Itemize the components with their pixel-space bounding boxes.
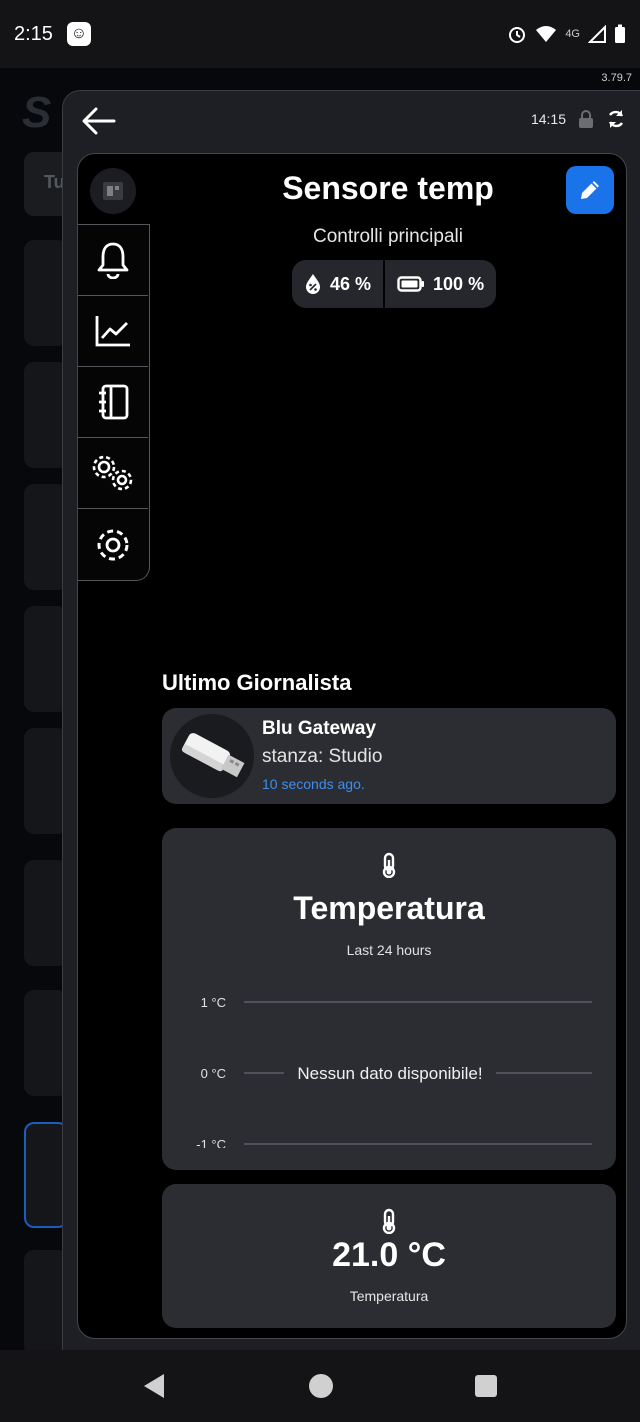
chart-y-tick-label: -1 °C — [196, 1137, 226, 1148]
value-thermometer-container — [162, 1208, 616, 1234]
chart-title: Temperatura — [293, 890, 485, 926]
background-logo: S — [22, 88, 52, 137]
battery-chip: 100 % — [383, 260, 496, 308]
app-version: 3.79.7 — [601, 72, 632, 84]
reporter-section-title: Ultimo Giornalista — [162, 670, 352, 695]
chart-thermometer-container — [162, 852, 616, 878]
sidebar-item-charts[interactable] — [78, 296, 148, 367]
network-type-label: 4G — [565, 28, 580, 40]
gear-icon — [97, 529, 129, 560]
device-subtitle: Controlli principali — [313, 226, 463, 247]
arrow-left-icon — [82, 107, 116, 135]
humidity-icon — [306, 274, 320, 294]
reporter-room: stanza: Studio — [262, 746, 383, 767]
chart-y-tick-label: 1 °C — [201, 995, 226, 1010]
battery-icon — [615, 24, 625, 43]
pencil-icon — [581, 181, 599, 199]
status-chips: 46 % 100 % — [292, 260, 497, 308]
reporter-time: 10 seconds ago. — [262, 776, 365, 792]
device-modal: 14:15 Sensore temp Controlli principali … — [62, 90, 640, 1352]
thermometer-icon — [382, 1208, 396, 1234]
device-sidebar — [78, 154, 150, 582]
humidity-value: 46 % — [330, 273, 372, 294]
thermometer-icon — [382, 852, 396, 878]
reporter-name: Blu Gateway — [262, 718, 377, 739]
chart-empty-message: Nessun dato disponibile! — [297, 1064, 482, 1083]
status-icons: 4G — [507, 24, 626, 44]
navigation-bar — [0, 1350, 640, 1422]
device-title: Sensore temp — [282, 170, 494, 206]
temperature-value-card: 21.0 °C Temperatura — [162, 1184, 616, 1328]
back-button[interactable] — [79, 103, 119, 139]
device-panel: Sensore temp Controlli principali 46 % 1… — [77, 153, 627, 1339]
lock-icon[interactable] — [578, 110, 594, 128]
sidebar-item-settings[interactable] — [78, 509, 148, 580]
battery-full-icon — [397, 276, 425, 292]
notification-app-icon: ☺ — [66, 22, 91, 46]
sidebar-item-log[interactable] — [78, 367, 148, 438]
sidebar-item-advanced-settings[interactable] — [78, 438, 148, 509]
signal-icon — [588, 25, 606, 43]
wifi-icon — [536, 26, 557, 42]
refresh-icon[interactable] — [606, 109, 626, 129]
line-chart-icon — [95, 316, 130, 347]
temperature-chart-card: Temperatura Last 24 hours 1 °C 0 °C -1 °C N… — [162, 828, 616, 1170]
status-bar: 2:15 ☺ 4G — [0, 0, 640, 68]
alarm-icon — [509, 27, 526, 43]
temperature-value: 21.0 °C — [332, 1236, 446, 1274]
header-info: 14:15 — [531, 109, 626, 129]
humidity-chip: 46 % — [292, 260, 383, 308]
gateway-image — [170, 714, 254, 798]
temperature-value-label: Temperatura — [349, 1288, 429, 1304]
chart-subtitle: Last 24 hours — [346, 942, 432, 958]
sidebar-menu — [78, 224, 150, 581]
modal-header: 14:15 — [63, 91, 640, 151]
nav-home-icon[interactable] — [308, 1373, 334, 1399]
notebook-icon — [99, 384, 129, 420]
battery-value: 100 % — [433, 273, 485, 294]
edit-button[interactable] — [566, 166, 614, 214]
gears-icon — [92, 455, 133, 491]
nav-recents-icon[interactable] — [474, 1374, 498, 1398]
nav-back-icon[interactable] — [142, 1372, 168, 1400]
temperature-chart: 1 °C 0 °C -1 °C Nessun dato disponibile! — [196, 995, 592, 1148]
chart-y-tick-label: 0 °C — [201, 1066, 226, 1081]
status-time: 2:15 — [14, 22, 53, 45]
last-update-time: 14:15 — [530, 111, 566, 127]
reporter-card[interactable]: Blu Gateway stanza: Studio 10 seconds ag… — [162, 708, 616, 804]
